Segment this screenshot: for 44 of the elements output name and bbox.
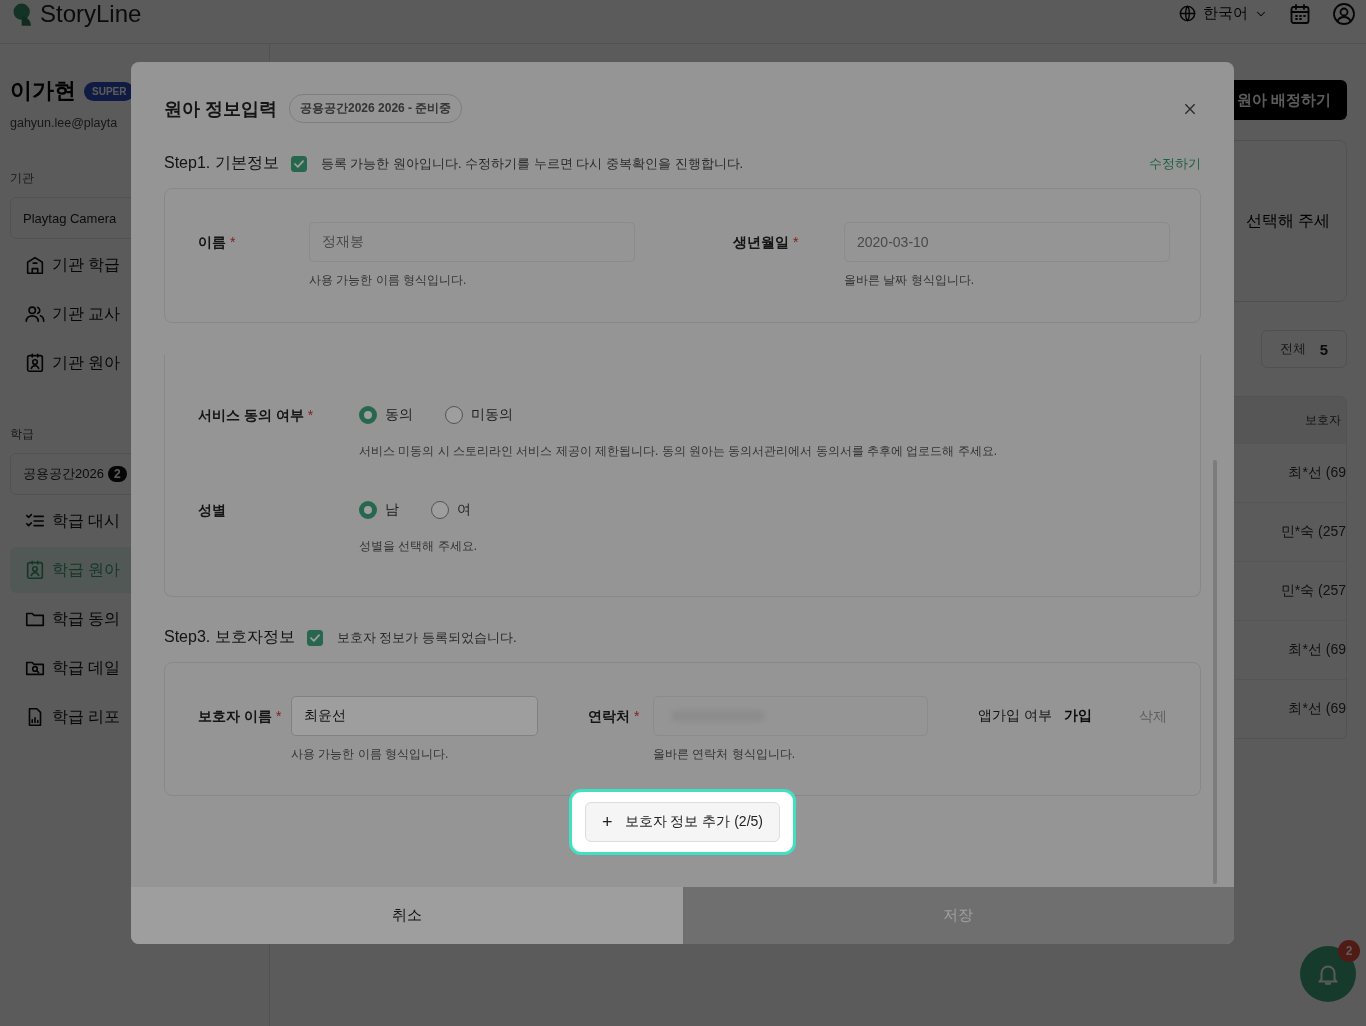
step-title: Step3. 보호자정보 bbox=[164, 627, 295, 647]
field-label: 이름 bbox=[198, 233, 226, 252]
required-mark: * bbox=[793, 233, 799, 252]
section-label: 기관 bbox=[10, 170, 35, 187]
table-cell: 민*숙 (257 bbox=[1280, 523, 1346, 541]
table-cell: 최*선 (69 bbox=[1288, 464, 1346, 482]
year-badge: 2 bbox=[107, 466, 127, 482]
option-label: 남 bbox=[385, 501, 399, 519]
field-label: 생년월일 bbox=[733, 233, 789, 252]
field-label: 성별 bbox=[198, 501, 226, 520]
help-text: 올바른 연락처 형식입니다. bbox=[653, 746, 796, 763]
logo-text: StoryLine bbox=[40, 0, 142, 28]
step-message: 등록 가능한 원아입니다. 수정하기를 누르면 다시 중복확인을 진행합니다. bbox=[320, 154, 744, 173]
select-value: 공용공간2026 bbox=[23, 465, 104, 483]
field-label: 연락처 bbox=[588, 707, 630, 726]
option-label: 여 bbox=[457, 501, 471, 519]
help-text: 사용 가능한 이름 형식입니다. bbox=[291, 746, 450, 763]
table-cell: 최*선 (69 bbox=[1288, 641, 1346, 659]
modal-title: 원아 정보입력 bbox=[164, 97, 277, 121]
user-name: 이가현 bbox=[10, 77, 76, 105]
required-mark: * bbox=[230, 233, 236, 252]
help-text: 사용 가능한 이름 형식입니다. bbox=[309, 272, 468, 289]
class-badge: 공용공간2026 2026 - 준비중 bbox=[289, 94, 463, 123]
table-cell: 민*숙 (257 bbox=[1280, 582, 1346, 600]
field-label: 서비스 동의 여부 bbox=[198, 406, 304, 425]
app-status: 가입 bbox=[1063, 707, 1092, 725]
help-text: 서비스 미동의 시 스토리라인 서비스 제공이 제한됩니다. 동의 원아는 동의서관리에서 동의서를 추후에 업로드해 주세요. bbox=[359, 443, 997, 460]
option-label: 동의 bbox=[385, 406, 413, 424]
option-label: 미동의 bbox=[471, 406, 513, 424]
user-email: gahyun.lee@playta bbox=[10, 116, 119, 130]
hint-text: 선택해 주세 bbox=[1246, 210, 1331, 231]
step-message: 보호자 정보가 등록되었습니다. bbox=[336, 628, 517, 647]
required-mark: * bbox=[634, 707, 640, 726]
section-label: 학급 bbox=[10, 426, 35, 443]
required-mark: * bbox=[275, 707, 282, 726]
table-cell: 최*선 (69 bbox=[1288, 700, 1346, 718]
field-label: 보호자 이름 bbox=[198, 707, 272, 726]
notification-count: 2 bbox=[1338, 940, 1360, 962]
help-text: 올바른 날짜 형식입니다. bbox=[844, 272, 975, 289]
field-label: 앱가입 여부 bbox=[978, 707, 1052, 725]
step-title: Step1. 기본정보 bbox=[164, 153, 279, 173]
required-mark: * bbox=[307, 406, 314, 425]
column-header: 보호자 bbox=[1305, 411, 1341, 429]
help-text: 성별을 선택해 주세요. bbox=[359, 538, 477, 555]
